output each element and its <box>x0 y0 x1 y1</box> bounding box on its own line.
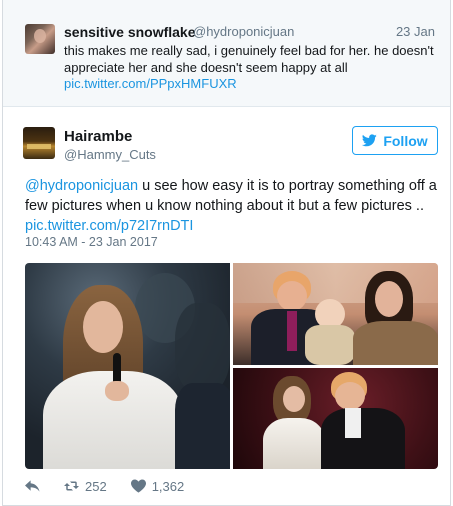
retweet-count: 252 <box>85 478 107 494</box>
twitter-bird-icon <box>362 134 378 147</box>
tweet-text: @hydroponicjuan u see how easy it is to … <box>25 176 440 236</box>
parent-avatar[interactable] <box>25 24 55 54</box>
heart-icon <box>130 479 146 493</box>
author-handle[interactable]: @Hammy_Cuts <box>64 147 156 162</box>
photo-left[interactable] <box>25 263 230 469</box>
parent-pic-link[interactable]: pic.twitter.com/PPpxHMFUXR <box>64 76 237 91</box>
follow-button[interactable]: Follow <box>352 126 438 155</box>
reply-button[interactable] <box>25 479 40 493</box>
action-bar: 252 1,362 <box>25 478 208 494</box>
parent-date[interactable]: 23 Jan <box>396 24 435 39</box>
photo-top-right[interactable] <box>233 263 438 365</box>
mention-link[interactable]: @hydroponicjuan <box>25 178 138 194</box>
parent-author-handle[interactable]: @hydroponicjuan <box>193 24 294 39</box>
author-avatar[interactable] <box>23 127 55 159</box>
parent-tweet-text: this makes me really sad, i genuinely fe… <box>64 43 434 75</box>
author-name[interactable]: Hairambe <box>64 128 132 145</box>
media-grid <box>25 263 438 469</box>
like-count: 1,362 <box>151 478 185 494</box>
parent-tweet[interactable]: sensitive snowflake @hydroponicjuan 23 J… <box>3 0 450 107</box>
pic-link[interactable]: pic.twitter.com/p72I7rnDTI <box>25 218 193 234</box>
photo-bottom-right[interactable] <box>233 368 438 469</box>
reply-icon <box>25 480 40 492</box>
tweet-embed: sensitive snowflake @hydroponicjuan 23 J… <box>2 0 451 506</box>
parent-author-name[interactable]: sensitive snowflake <box>64 24 196 40</box>
tweet-timestamp[interactable]: 10:43 AM - 23 Jan 2017 <box>25 235 158 249</box>
retweet-button[interactable]: 252 <box>64 479 107 494</box>
retweet-icon <box>64 481 79 491</box>
follow-label: Follow <box>383 132 428 149</box>
like-button[interactable]: 1,362 <box>130 478 185 494</box>
